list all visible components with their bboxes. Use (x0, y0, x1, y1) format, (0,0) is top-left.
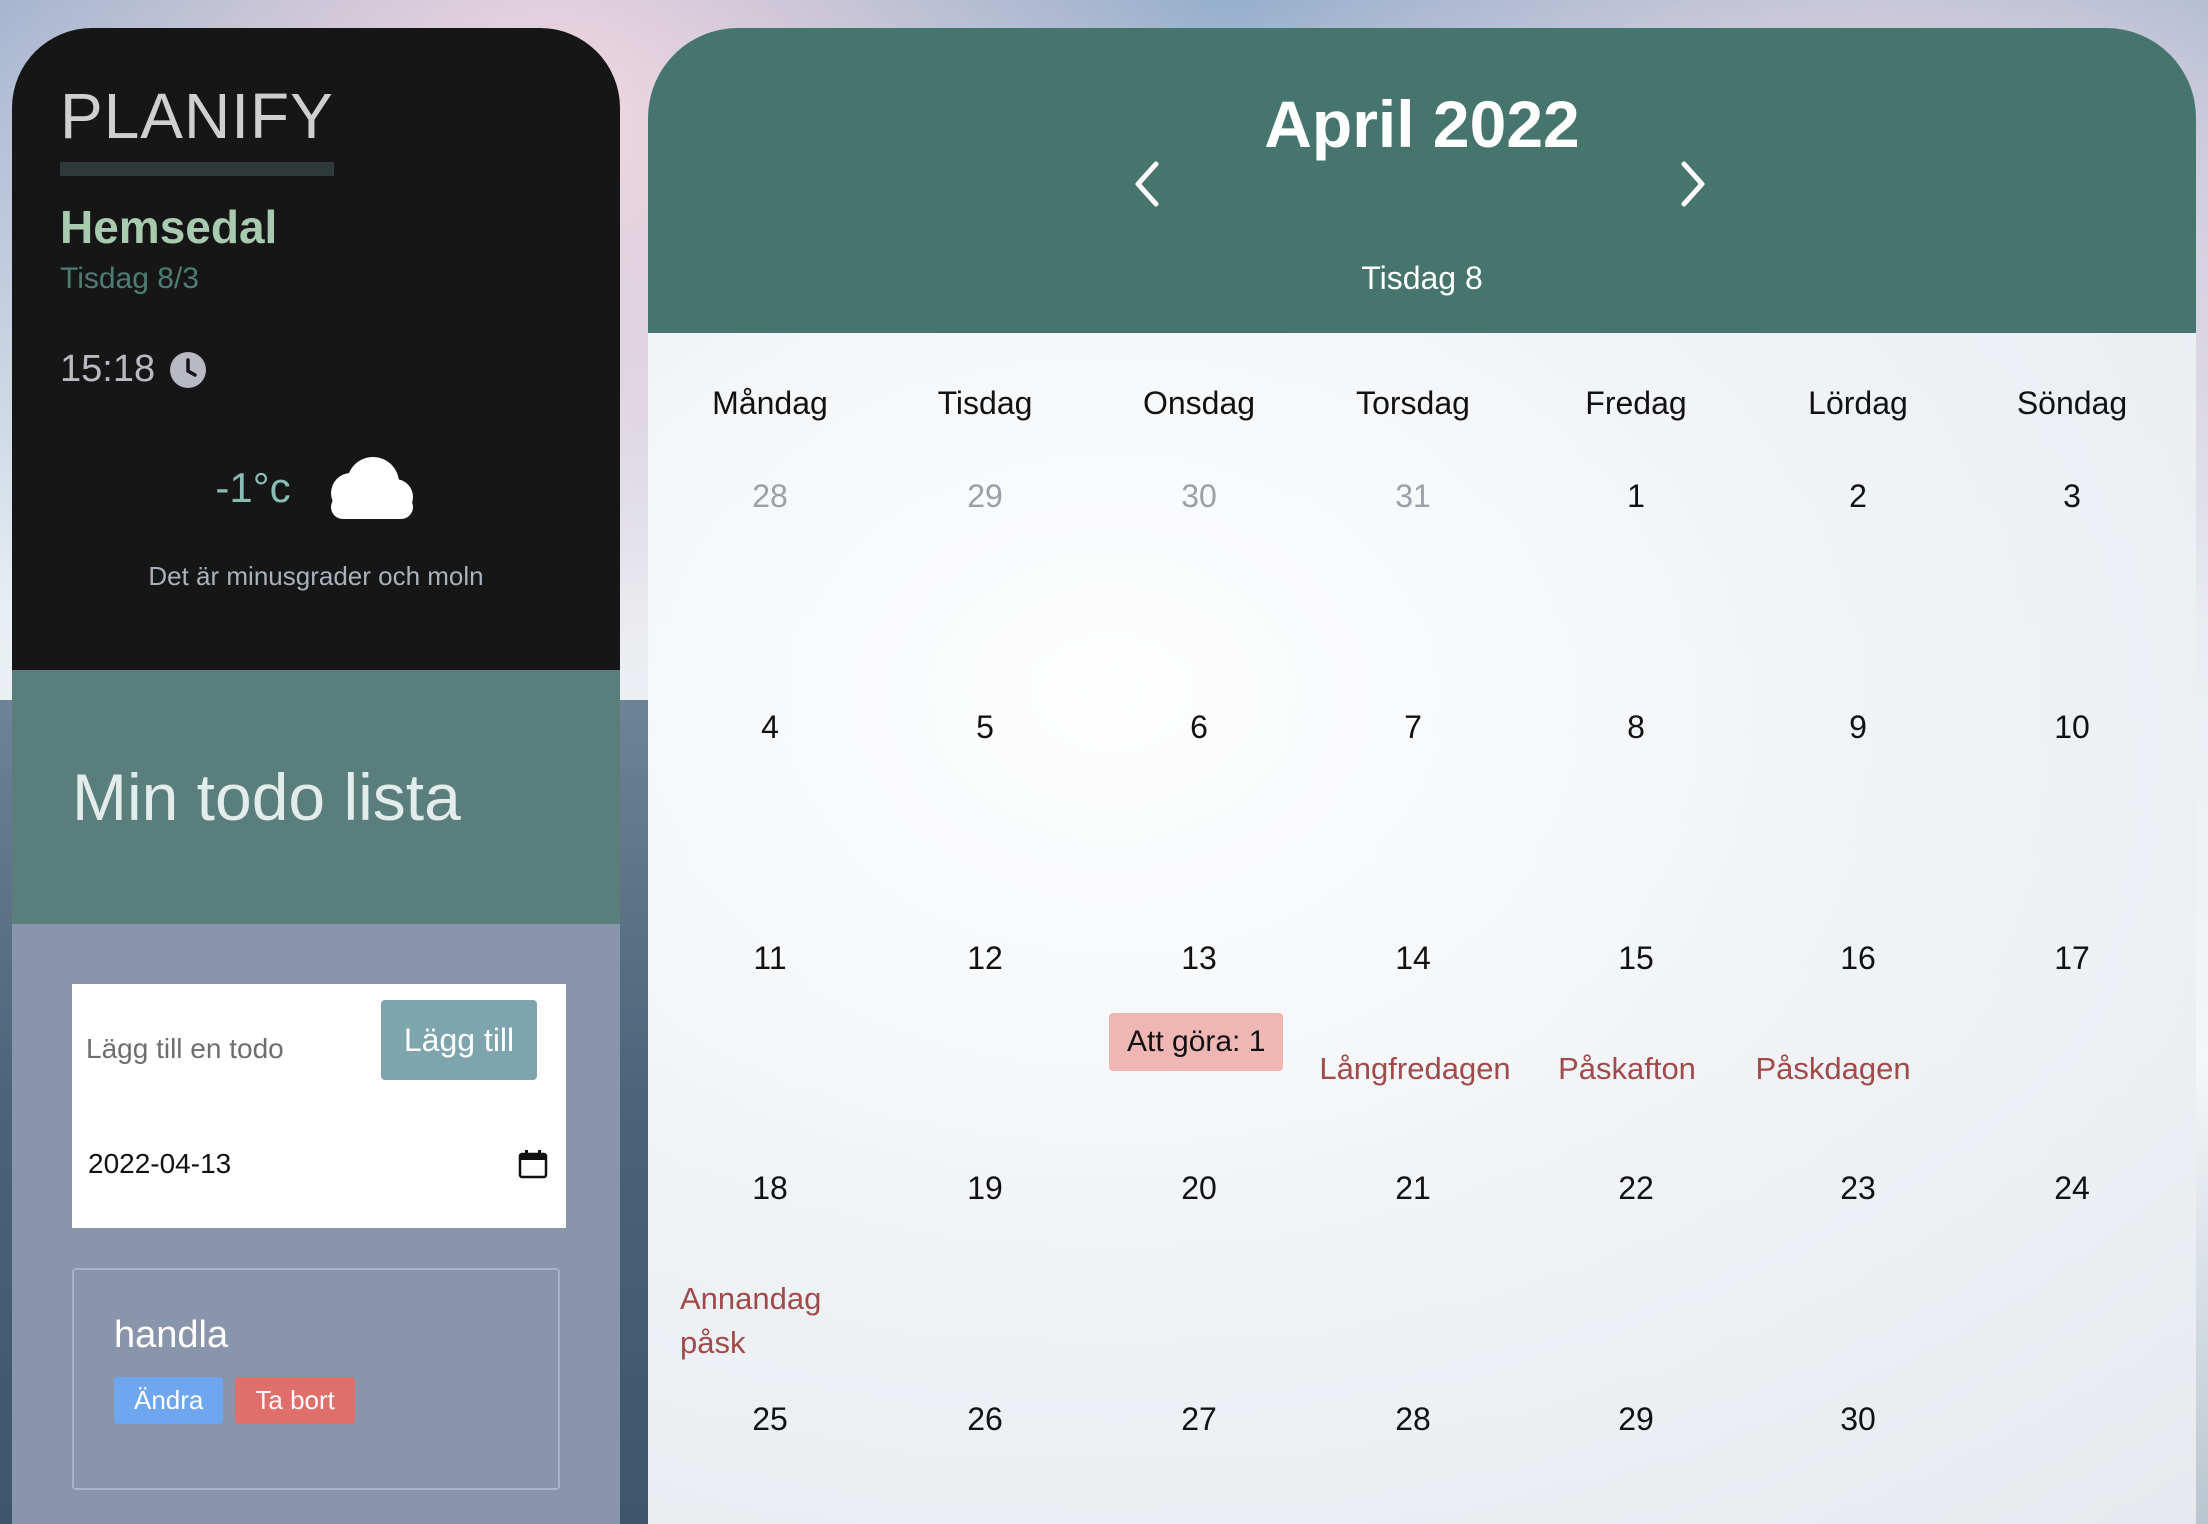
calendar: April 2022 Tisdag 8 Att göra: 1 Långfred… (648, 28, 2196, 1524)
calendar-day[interactable]: 18 (663, 1170, 877, 1207)
calendar-day[interactable]: 30 (1092, 478, 1306, 515)
calendar-day[interactable]: 1 (1529, 478, 1743, 515)
calendar-day[interactable]: 11 (663, 940, 877, 977)
calendar-header: April 2022 Tisdag 8 (648, 28, 2196, 333)
todo-title: Min todo lista (72, 760, 461, 834)
calendar-day[interactable]: 9 (1751, 709, 1965, 746)
calendar-day[interactable]: 29 (1529, 1401, 1743, 1438)
clock-row: 15:18 (60, 348, 572, 391)
calendar-day[interactable]: 26 (878, 1401, 1092, 1438)
holiday-annandag-line1: Annandag (680, 1281, 822, 1316)
calendar-day[interactable]: 7 (1306, 709, 1520, 746)
calendar-day[interactable]: 13 (1092, 940, 1306, 977)
todo-count-badge[interactable]: Att göra: 1 (1109, 1013, 1284, 1071)
weekday-header: Måndag (712, 385, 828, 421)
weather-row: -1°c (60, 455, 572, 521)
clock-time: 15:18 (60, 348, 156, 390)
selected-day-label: Tisdag 8 (1361, 260, 1483, 296)
holiday-annandag-pask: Annandag påsk (680, 1277, 980, 1365)
holiday-paskdagen: Påskdagen (1755, 1051, 1911, 1086)
sidebar: PLANIFY Hemsedal Tisdag 8/3 15:18 -1°c D… (12, 28, 620, 1524)
chevron-right-icon[interactable] (1674, 156, 1714, 212)
calendar-day[interactable]: 21 (1306, 1170, 1520, 1207)
calendar-day[interactable]: 28 (1306, 1401, 1520, 1438)
weather-description: Det är minusgrader och moln (148, 561, 484, 591)
todo-item: handla Ändra Ta bort (72, 1268, 560, 1490)
calendar-day[interactable]: 14 (1306, 940, 1520, 977)
weekday-header: Onsdag (1142, 385, 1256, 421)
app-logo: PLANIFY (60, 84, 334, 176)
calendar-day[interactable]: 17 (1965, 940, 2179, 977)
holiday-annandag-line2: påsk (680, 1325, 746, 1360)
calendar-day[interactable]: 25 (663, 1401, 877, 1438)
edit-todo-button[interactable]: Ändra (114, 1377, 224, 1424)
month-title: April 2022 (1264, 87, 1580, 161)
chevron-left-icon[interactable] (1126, 156, 1166, 212)
weekday-header: Lördag (1808, 385, 1908, 421)
calendar-day[interactable]: 12 (878, 940, 1092, 977)
calendar-day[interactable]: 28 (663, 478, 877, 515)
calendar-day[interactable]: 29 (878, 478, 1092, 515)
calendar-day[interactable]: 20 (1092, 1170, 1306, 1207)
clock-icon (170, 351, 207, 388)
calendar-day[interactable]: 3 (1965, 478, 2179, 515)
calendar-day[interactable]: 23 (1751, 1170, 1965, 1207)
todo-input[interactable] (86, 1024, 356, 1074)
info-panel: PLANIFY Hemsedal Tisdag 8/3 15:18 -1°c D… (12, 28, 620, 670)
calendar-day[interactable]: 31 (1306, 478, 1520, 515)
calendar-day[interactable]: 10 (1965, 709, 2179, 746)
weekday-header: Fredag (1585, 385, 1687, 421)
holiday-paskafton: Påskafton (1558, 1051, 1696, 1086)
calendar-day[interactable]: 6 (1092, 709, 1306, 746)
calendar-day[interactable]: 8 (1529, 709, 1743, 746)
calendar-day[interactable]: 27 (1092, 1401, 1306, 1438)
add-todo-form: Lägg till 2022-04-13 (72, 984, 566, 1228)
calendar-day[interactable]: 15 (1529, 940, 1743, 977)
todo-item-text: handla (114, 1314, 229, 1356)
temperature: -1°c (215, 464, 291, 511)
current-date: Tisdag 8/3 (60, 262, 199, 295)
cloud-icon (330, 457, 413, 519)
add-todo-button[interactable]: Lägg till (381, 1000, 537, 1080)
date-value: 2022-04-13 (88, 1148, 232, 1179)
date-input[interactable]: 2022-04-13 (88, 1140, 548, 1188)
holiday-langfredagen: Långfredagen (1319, 1051, 1511, 1086)
calendar-day[interactable]: 30 (1751, 1401, 1965, 1438)
calendar-day[interactable]: 19 (878, 1170, 1092, 1207)
location-name: Hemsedal (60, 201, 278, 253)
calendar-day[interactable]: 24 (1965, 1170, 2179, 1207)
todo-header: Min todo lista (12, 670, 620, 924)
calendar-day[interactable]: 4 (663, 709, 877, 746)
delete-todo-button[interactable]: Ta bort (235, 1377, 355, 1424)
todo-item-actions: Ändra Ta bort (114, 1377, 558, 1424)
calendar-day[interactable]: 16 (1751, 940, 1965, 977)
todo-section: Lägg till 2022-04-13 handla Ändra Ta bor… (12, 924, 620, 1524)
calendar-grid: Att göra: 1 Långfredagen Påskafton Påskd… (648, 333, 2196, 1524)
calendar-day[interactable]: 2 (1751, 478, 1965, 515)
calendar-day[interactable]: 22 (1529, 1170, 1743, 1207)
weekday-header: Tisdag (937, 385, 1033, 421)
weekday-header: Torsdag (1356, 385, 1470, 421)
calendar-icon[interactable] (518, 1149, 548, 1179)
weekday-header: Söndag (2016, 385, 2128, 421)
calendar-day[interactable]: 5 (878, 709, 1092, 746)
